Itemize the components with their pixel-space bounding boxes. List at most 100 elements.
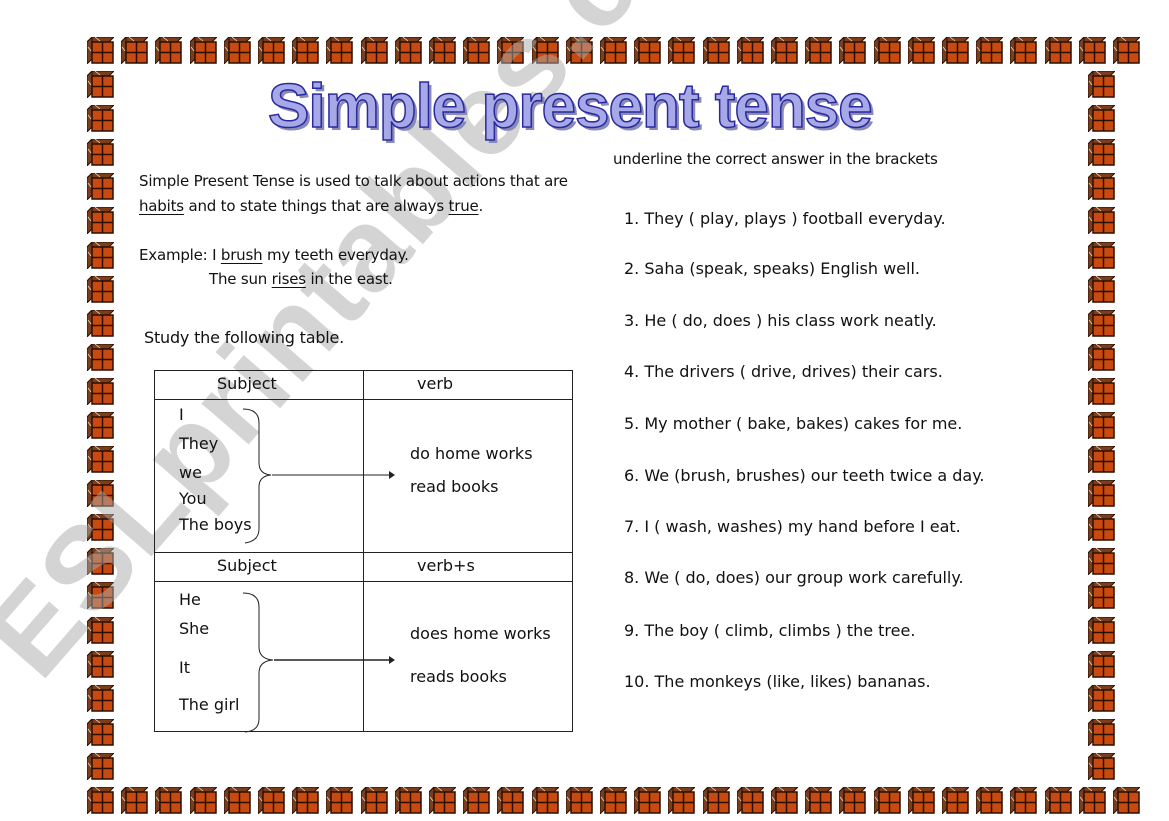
cube-icon bbox=[461, 785, 492, 816]
cube-icon bbox=[1086, 649, 1117, 680]
question-item: 2. Saha (speak, speaks) English well. bbox=[624, 259, 920, 278]
cube-icon bbox=[85, 751, 116, 782]
intro-line-1: Simple Present Tense is used to talk abo… bbox=[139, 172, 568, 190]
cube-icon bbox=[85, 35, 116, 66]
question-item: 3. He ( do, does ) his class work neatly… bbox=[624, 311, 937, 330]
cube-icon bbox=[324, 35, 355, 66]
question-item: 9. The boy ( climb, climbs ) the tree. bbox=[624, 621, 916, 640]
cube-icon bbox=[735, 785, 766, 816]
cube-icon bbox=[1086, 342, 1117, 373]
example-text: my teeth everyday. bbox=[262, 246, 409, 264]
cube-icon bbox=[85, 342, 116, 373]
cube-icon bbox=[974, 35, 1005, 66]
cube-icon bbox=[837, 35, 868, 66]
intro-text: . bbox=[478, 197, 484, 215]
question-item: 7. I ( wash, washes) my hand before I ea… bbox=[624, 517, 961, 536]
cube-icon bbox=[359, 785, 390, 816]
example-text: The sun bbox=[209, 270, 272, 288]
cube-icon bbox=[769, 35, 800, 66]
brace-icon bbox=[242, 592, 274, 733]
cube-icon bbox=[427, 35, 458, 66]
arrow-head-icon bbox=[389, 471, 395, 479]
cube-icon bbox=[1086, 546, 1117, 577]
underlined-true: true bbox=[448, 197, 479, 215]
cube-icon bbox=[1086, 580, 1117, 611]
cube-icon bbox=[359, 35, 390, 66]
cube-icon bbox=[1086, 410, 1117, 441]
cube-icon bbox=[1086, 683, 1117, 714]
cube-icon bbox=[85, 308, 116, 339]
cube-icon bbox=[85, 171, 116, 202]
cube-icon bbox=[85, 580, 116, 611]
question-item: 1. They ( play, plays ) football everyda… bbox=[624, 209, 946, 228]
cube-icon bbox=[564, 35, 595, 66]
cube-icon bbox=[1086, 751, 1117, 782]
cube-icon bbox=[1086, 717, 1117, 748]
cube-icon bbox=[290, 35, 321, 66]
cube-icon bbox=[153, 785, 184, 816]
exercise-instruction: underline the correct answer in the brac… bbox=[613, 150, 938, 168]
intro-text: and to state things that are always bbox=[183, 197, 449, 215]
cube-icon bbox=[119, 785, 150, 816]
cube-icon bbox=[974, 785, 1005, 816]
question-item: 10. The monkeys (like, likes) bananas. bbox=[624, 672, 931, 691]
example-verb-brush: brush bbox=[220, 246, 263, 264]
brace-arrow-graphics bbox=[242, 408, 395, 733]
cube-icon bbox=[872, 35, 903, 66]
cube-icon bbox=[1077, 35, 1108, 66]
cube-icon bbox=[427, 785, 458, 816]
intro-line-2: habits and to state things that are alwa… bbox=[139, 197, 483, 215]
cube-icon bbox=[85, 69, 116, 100]
cube-icon bbox=[1043, 785, 1074, 816]
cube-icon bbox=[85, 683, 116, 714]
cube-icon bbox=[598, 785, 629, 816]
cube-icon bbox=[119, 35, 150, 66]
cube-icon bbox=[85, 512, 116, 543]
cube-icon bbox=[256, 785, 287, 816]
cube-icon bbox=[632, 785, 663, 816]
cube-icon bbox=[393, 785, 424, 816]
cube-icon bbox=[1086, 444, 1117, 475]
cube-icon bbox=[1086, 240, 1117, 271]
study-label: Study the following table. bbox=[144, 328, 345, 347]
cube-icon bbox=[666, 785, 697, 816]
cube-icon bbox=[290, 785, 321, 816]
cube-icon bbox=[1008, 785, 1039, 816]
cube-icon bbox=[598, 35, 629, 66]
cube-icon bbox=[1086, 103, 1117, 134]
cube-icon bbox=[906, 35, 937, 66]
example-text: in the east. bbox=[305, 270, 393, 288]
question-item: 5. My mother ( bake, bakes) cakes for me… bbox=[624, 414, 963, 433]
cube-icon bbox=[85, 546, 116, 577]
cube-icon bbox=[85, 137, 116, 168]
cube-icon bbox=[461, 35, 492, 66]
example-verb-rises: rises bbox=[271, 270, 306, 288]
cube-icon bbox=[1086, 69, 1117, 100]
cube-icon bbox=[1111, 35, 1142, 66]
cube-icon bbox=[940, 785, 971, 816]
example-label: Example: I bbox=[139, 246, 221, 264]
cube-icon bbox=[85, 410, 116, 441]
cube-icon bbox=[85, 444, 116, 475]
arrow-head-icon bbox=[389, 656, 395, 664]
cube-icon bbox=[153, 35, 184, 66]
cube-icon bbox=[85, 240, 116, 271]
cube-icon bbox=[85, 717, 116, 748]
cube-icon bbox=[803, 35, 834, 66]
example-line-2: The sun rises in the east. bbox=[209, 270, 393, 288]
cube-icon bbox=[666, 35, 697, 66]
cube-icon bbox=[530, 785, 561, 816]
subject-verb-table: Subject verb I They we You The boys do h… bbox=[154, 370, 573, 733]
cube-icon bbox=[85, 785, 116, 816]
cube-icon bbox=[85, 649, 116, 680]
cube-icon bbox=[495, 785, 526, 816]
cube-icon bbox=[1086, 376, 1117, 407]
cube-icon bbox=[701, 785, 732, 816]
example-line-1: Example: I brush my teeth everyday. bbox=[139, 246, 409, 264]
cube-icon bbox=[85, 205, 116, 236]
page-title: Simple present tense bbox=[267, 71, 873, 142]
cube-icon bbox=[940, 35, 971, 66]
cube-icon bbox=[632, 35, 663, 66]
cube-icon bbox=[769, 785, 800, 816]
term-simple-present: Simple Present Tense bbox=[139, 172, 295, 190]
